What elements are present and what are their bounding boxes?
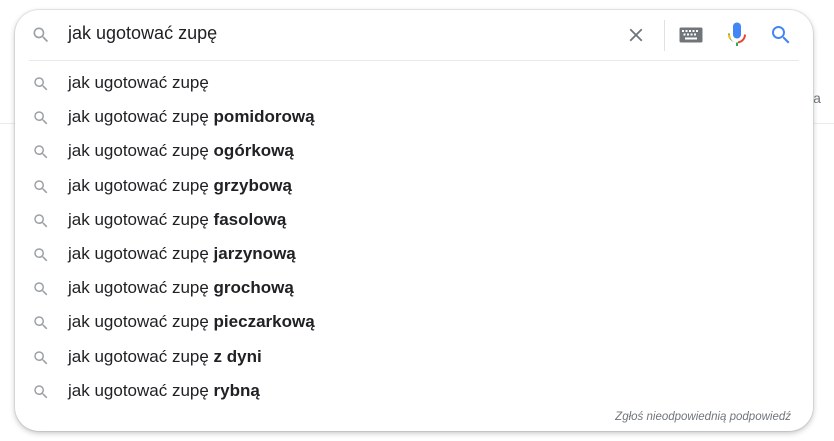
suggestion-item[interactable]: jak ugotować zupę ogórkową xyxy=(15,134,813,168)
search-icon xyxy=(32,280,50,298)
suggestion-completion: ogórkową xyxy=(213,141,294,161)
search-icon xyxy=(32,349,50,367)
suggestion-text: jak ugotować zupę pomidorową xyxy=(68,107,315,127)
search-input-row: jak ugotować zupę xyxy=(15,10,813,60)
suggestions-divider xyxy=(29,60,799,61)
page: ia jak ugotować zupę jak ugotować zupę j… xyxy=(0,0,834,441)
close-icon xyxy=(629,28,643,42)
suggestion-prefix: jak ugotować zupę xyxy=(68,209,214,229)
input-divider xyxy=(664,20,665,51)
suggestion-prefix: jak ugotować zupę xyxy=(68,107,214,127)
suggestion-prefix: jak ugotować zupę xyxy=(68,278,214,298)
suggestion-text: jak ugotować zupę pieczarkową xyxy=(68,312,315,332)
suggestion-prefix: jak ugotować zupę xyxy=(68,346,214,366)
search-icon xyxy=(32,178,50,196)
suggestion-item[interactable]: jak ugotować zupę pieczarkową xyxy=(15,305,813,339)
search-icon xyxy=(32,143,50,161)
suggestion-prefix: jak ugotować zupę xyxy=(68,175,214,195)
suggestion-prefix: jak ugotować zupę xyxy=(68,380,214,400)
search-icon xyxy=(32,383,50,401)
suggestion-prefix: jak ugotować zupę xyxy=(68,243,214,263)
search-icon xyxy=(32,246,50,264)
suggestion-item[interactable]: jak ugotować zupę grochową xyxy=(15,271,813,305)
search-box: jak ugotować zupę jak ugotować zupę jak … xyxy=(15,10,813,431)
suggestion-item[interactable]: jak ugotować zupę grzybową xyxy=(15,169,813,203)
search-input[interactable]: jak ugotować zupę xyxy=(68,23,217,44)
suggestion-completion: z dyni xyxy=(213,346,262,366)
report-inappropriate-prediction-link[interactable]: Zgłoś nieodpowiednią podpowiedź xyxy=(615,411,791,423)
suggestion-item[interactable]: jak ugotować zupę jarzynową xyxy=(15,237,813,271)
suggestion-item[interactable]: jak ugotować zupę fasolową xyxy=(15,203,813,237)
suggestion-text: jak ugotować zupę jarzynową xyxy=(68,244,296,264)
search-icon xyxy=(32,314,50,332)
suggestion-text: jak ugotować zupę grzybową xyxy=(68,176,292,196)
suggestions-list: jak ugotować zupę jak ugotować zupę pomi… xyxy=(15,66,813,408)
search-icon xyxy=(32,75,50,93)
search-icon xyxy=(31,25,51,45)
suggestion-prefix: jak ugotować zupę xyxy=(68,312,214,332)
suggestion-completion: grzybową xyxy=(213,175,292,195)
search-icon xyxy=(32,212,50,230)
clear-button[interactable] xyxy=(622,21,650,49)
suggestion-text: jak ugotować zupę z dyni xyxy=(68,347,262,367)
suggestion-text: jak ugotować zupę xyxy=(68,73,209,93)
microphone-icon xyxy=(728,22,746,46)
suggestion-item[interactable]: jak ugotować zupę rybną xyxy=(15,374,813,408)
suggestion-completion: pomidorową xyxy=(213,107,315,127)
search-icon xyxy=(772,26,790,44)
search-icon xyxy=(32,109,50,127)
suggestion-completion: rybną xyxy=(213,380,260,400)
search-button[interactable] xyxy=(767,21,795,49)
suggestion-text: jak ugotować zupę grochową xyxy=(68,278,294,298)
suggestion-completion: pieczarkową xyxy=(213,312,315,332)
suggestion-completion: fasolową xyxy=(213,209,287,229)
suggestion-prefix: jak ugotować zupę xyxy=(68,73,209,92)
suggestion-prefix: jak ugotować zupę xyxy=(68,141,214,161)
suggestion-item[interactable]: jak ugotować zupę xyxy=(15,66,813,100)
suggestion-completion: grochową xyxy=(213,278,294,298)
suggestion-text: jak ugotować zupę rybną xyxy=(68,381,260,401)
suggestion-text: jak ugotować zupę fasolową xyxy=(68,210,286,230)
suggestion-item[interactable]: jak ugotować zupę z dyni xyxy=(15,340,813,374)
suggestion-item[interactable]: jak ugotować zupę pomidorową xyxy=(15,100,813,134)
keyboard-icon xyxy=(679,27,703,43)
suggestion-text: jak ugotować zupę ogórkową xyxy=(68,141,294,161)
keyboard-button[interactable] xyxy=(678,24,704,46)
voice-search-button[interactable] xyxy=(725,21,749,49)
suggestion-completion: jarzynową xyxy=(213,243,296,263)
